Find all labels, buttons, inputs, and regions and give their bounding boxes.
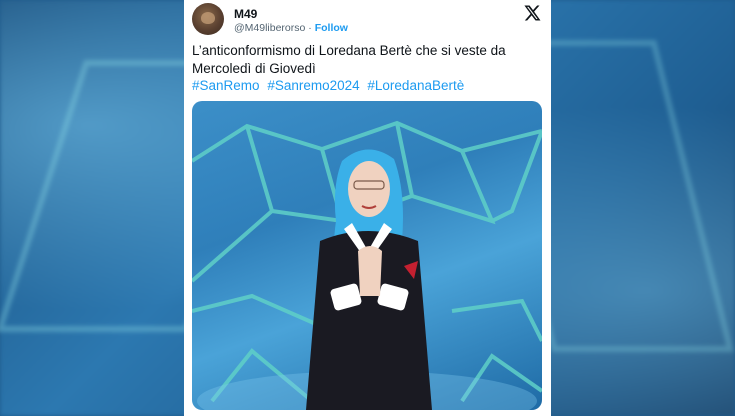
tweet-text-line-1: L’anticonformismo di Loredana Bertè che … <box>192 43 506 58</box>
tweet-text-line-2: Mercoledì di Giovedì <box>192 61 316 76</box>
hashtag-sanremo[interactable]: #SanRemo <box>192 78 260 93</box>
hashtag-loredanaberte[interactable]: #LoredanaBertè <box>367 78 464 93</box>
hashtag-sanremo2024[interactable]: #Sanremo2024 <box>267 78 359 93</box>
tweet-media-photo[interactable] <box>192 101 542 410</box>
author-handle[interactable]: @M49liberorso <box>234 22 305 34</box>
x-logo-icon[interactable] <box>523 4 541 22</box>
tweet-header: M49 @M49liberorso · Follow <box>192 3 543 37</box>
follow-button[interactable]: Follow <box>315 22 348 34</box>
photo-illustration <box>192 120 542 410</box>
tweet-card: M49 @M49liberorso · Follow L’anticonform… <box>184 0 551 416</box>
separator: · <box>305 22 315 34</box>
author-name[interactable]: M49 <box>234 7 257 21</box>
avatar[interactable] <box>192 3 224 35</box>
figure-hands <box>358 246 382 296</box>
author-handle-row: @M49liberorso · Follow <box>234 22 348 34</box>
hashtag-list: #SanRemo #Sanremo2024 #LoredanaBertè <box>192 78 468 93</box>
tweet-text: L’anticonformismo di Loredana Bertè che … <box>192 42 542 78</box>
